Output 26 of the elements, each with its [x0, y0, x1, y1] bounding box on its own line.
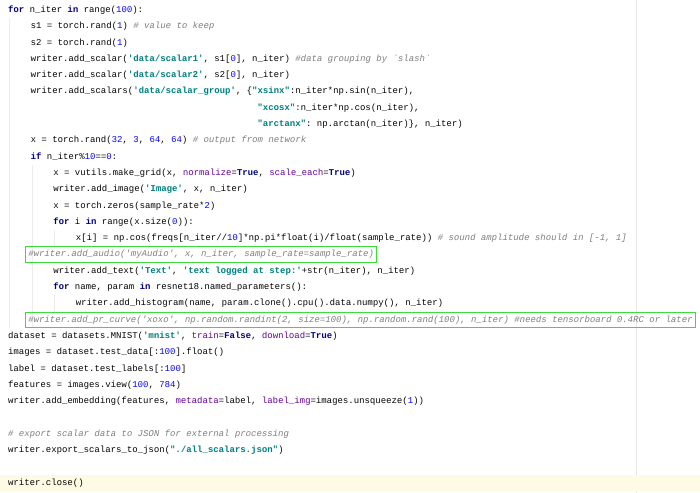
code-line: dataset = datasets.MNIST('mnist', train=False, download=True) — [7, 330, 339, 343]
code-line: s2 = torch.rand(1) — [30, 36, 129, 50]
code-line: writer.close() — [7, 476, 85, 490]
code-line: writer.export_scalars_to_json("./all_scalars.json") — [7, 444, 284, 458]
code-line: for n_iter in range(100): — [7, 4, 144, 17]
code-line: x[i] = np.cos(freqs[n_iter//10]*np.pi*float(i)/float(sample_rate)) # sound amplitude should in [-1, 1] — [74, 232, 628, 246]
code-line: writer.add_image('Image', x, n_iter) — [52, 183, 249, 196]
code-line: writer.add_scalar('data/scalar1', s1[0], n_iter) #data grouping by `slash` — [30, 52, 432, 66]
code-line: images = dataset.test_data[:100].float() — [7, 346, 226, 360]
code-line: if n_iter%10==0: — [30, 150, 118, 164]
code-line: x = vutils.make_grid(x, normalize=True, scale_each=True) — [52, 166, 357, 180]
code-line: for i in range(x.size(0)): — [52, 216, 195, 229]
code-line: label = dataset.test_labels[:100] — [7, 362, 188, 376]
code-line: x = torch.zeros(sample_rate*2) — [52, 200, 216, 213]
code-line: "xcosx":n_iter*np.cos(n_iter), — [256, 102, 420, 115]
code-line: # export scalar data to JSON for external processing — [7, 428, 290, 441]
code-line: writer.add_scalar('data/scalar2', s2[0], n_iter) — [30, 69, 291, 82]
code-line: writer.add_text('Text', 'text logged at step:'+str(n_iter), n_iter) — [52, 264, 416, 278]
code-line: writer.add_scalars('data/scalar_group', {"xsinx":n_iter*np.sin(n_iter), — [30, 85, 416, 98]
code-line: writer.add_embedding(features, metadata=label, label_img=images.unsqueeze(1)) — [7, 395, 425, 408]
code-line: x = torch.rand(32, 3, 64, 64) # output from network — [30, 134, 308, 148]
code-line: s1 = torch.rand(1) # value to keep — [30, 20, 216, 34]
code-line: writer.add_histogram(name, param.clone().cpu().data.numpy(), n_iter) — [74, 297, 444, 310]
code-line: features = images.view(100, 784) — [7, 378, 182, 392]
code-line: "arctanx": np.arctan(n_iter)}, n_iter) — [256, 118, 464, 132]
code-line: for name, param in resnet18.named_parameters(): — [52, 281, 308, 294]
